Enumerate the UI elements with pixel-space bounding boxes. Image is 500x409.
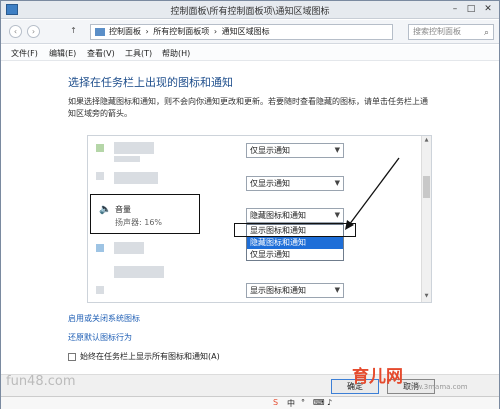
breadcrumb-all-items[interactable]: 所有控制面板项 (153, 27, 209, 36)
watermark-right: 育儿网 (352, 367, 403, 387)
taskbar: S 中 ° ⌨ ♪ (1, 396, 499, 409)
tray-icon[interactable]: ⌨ (313, 398, 325, 407)
title-bar: 控制面板\所有控制面板项\通知区域图标 – □ ✕ (1, 1, 499, 19)
minimize-button[interactable]: – (448, 3, 462, 15)
watermark-url: www.3mama.com (405, 383, 468, 391)
control-panel-window: 控制面板\所有控制面板项\通知区域图标 – □ ✕ ‹ › ↑ 控制面板 › 所… (0, 0, 500, 409)
checkbox-label: 始终在任务栏上显示所有图标和通知(A) (80, 352, 220, 361)
tray-icon[interactable]: ° (301, 398, 305, 407)
window-title: 控制面板\所有控制面板项\通知区域图标 (170, 7, 330, 17)
main-content: 选择在任务栏上出现的图标和通知 如果选择隐藏图标和通知，则不会向你通知更改和更新… (1, 62, 499, 384)
system-icons-link[interactable]: 启用或关闭系统图标 (68, 313, 140, 324)
maximize-button[interactable]: □ (464, 3, 478, 15)
address-bar: ‹ › ↑ 控制面板 › 所有控制面板项 › 通知区域图标 搜索控制面板 ⌕ (1, 20, 499, 44)
menu-edit[interactable]: 编辑(E) (49, 48, 76, 59)
breadcrumb-control-panel[interactable]: 控制面板 (109, 27, 141, 36)
back-button[interactable]: ‹ (9, 25, 22, 38)
menu-tools[interactable]: 工具(T) (125, 48, 152, 59)
menu-bar: 文件(F) 编辑(E) 查看(V) 工具(T) 帮助(H) (1, 45, 499, 61)
watermark-left: fun48.com (6, 374, 76, 389)
always-show-checkbox[interactable]: 始终在任务栏上显示所有图标和通知(A) (68, 351, 220, 362)
restore-defaults-link[interactable]: 还原默认图标行为 (68, 332, 132, 343)
up-button[interactable]: ↑ (67, 25, 80, 38)
forward-button[interactable]: › (27, 25, 40, 38)
address-field[interactable]: 控制面板 › 所有控制面板项 › 通知区域图标 (90, 24, 393, 40)
checkbox-box[interactable] (68, 352, 76, 361)
search-icon[interactable]: ⌕ (484, 26, 489, 40)
breadcrumb-notification-icons[interactable]: 通知区域图标 (222, 27, 270, 36)
search-input[interactable]: 搜索控制面板 ⌕ (408, 24, 494, 40)
close-button[interactable]: ✕ (481, 3, 495, 15)
breadcrumb-separator: › (213, 27, 218, 36)
menu-help[interactable]: 帮助(H) (162, 48, 190, 59)
breadcrumb-separator: › (145, 27, 149, 36)
tray-icon[interactable]: ♪ (327, 398, 332, 407)
control-panel-icon (95, 28, 105, 36)
input-method-icon[interactable]: S (273, 398, 278, 407)
menu-file[interactable]: 文件(F) (11, 48, 38, 59)
menu-view[interactable]: 查看(V) (87, 48, 115, 59)
search-placeholder: 搜索控制面板 (413, 27, 461, 36)
tray-icon[interactable]: 中 (287, 398, 295, 409)
